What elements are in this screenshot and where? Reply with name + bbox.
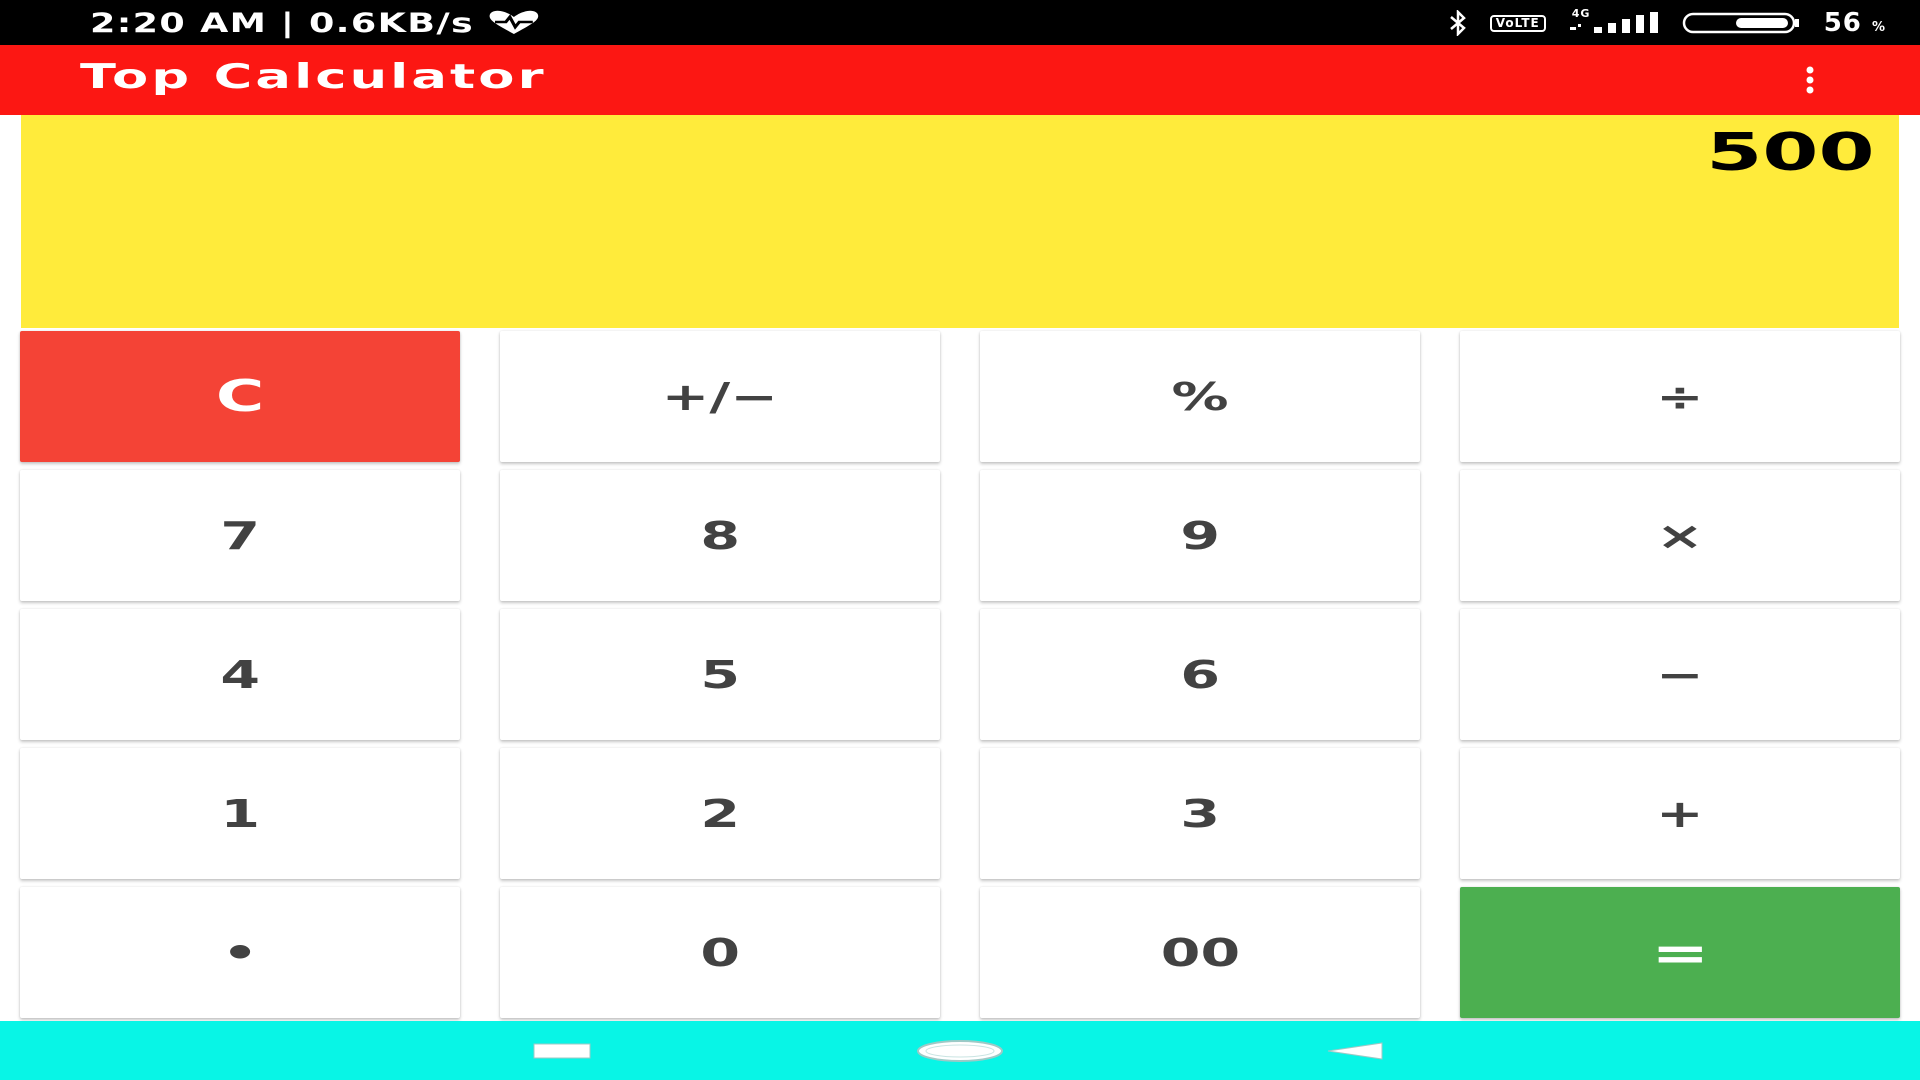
battery-value: 56 <box>1823 8 1862 38</box>
digit-7-button[interactable]: 7 <box>20 470 460 601</box>
double-zero-button[interactable]: 00 <box>980 887 1420 1018</box>
multiply-button[interactable]: × <box>1460 470 1900 601</box>
subtract-button[interactable]: − <box>1460 609 1900 740</box>
overflow-menu-icon[interactable] <box>1790 60 1830 100</box>
digit-5-label: 5 <box>700 652 740 697</box>
battery-unit: % <box>1871 20 1886 35</box>
multiply-label: × <box>1656 513 1704 558</box>
battery-icon <box>1682 12 1802 34</box>
digit-2-label: 2 <box>700 791 740 836</box>
digit-0-label: 0 <box>700 930 740 975</box>
negate-label: +/− <box>661 374 779 419</box>
equals-button[interactable]: = <box>1460 887 1900 1018</box>
status-bar: 2:20 AM | 0.6KB/s Vo LTE 4G 56 % <box>0 0 1920 45</box>
equals-label: = <box>1651 925 1709 980</box>
recent-apps-icon[interactable] <box>502 1021 622 1080</box>
subtract-label: − <box>1656 652 1704 697</box>
clear-button[interactable]: C <box>20 331 460 462</box>
calculator-screen: 2:20 AM | 0.6KB/s Vo LTE 4G 56 % Top Cal… <box>0 0 1920 1080</box>
display-value: 500 <box>1706 123 1875 183</box>
double-zero-label: 00 <box>1160 930 1240 975</box>
network-speed: 0.6KB/s <box>308 7 475 39</box>
clear-label: C <box>215 371 265 422</box>
digit-2-button[interactable]: 2 <box>500 748 940 879</box>
network-type: 4G <box>1571 7 1591 20</box>
status-left: 2:20 AM | 0.6KB/s <box>90 7 542 39</box>
signal-icon: 4G <box>1568 7 1660 35</box>
negate-button[interactable]: +/− <box>500 331 940 462</box>
battery-percent: 56 % <box>1824 8 1886 38</box>
app-bar: Top Calculator <box>0 45 1920 115</box>
digit-5-button[interactable]: 5 <box>500 609 940 740</box>
digit-9-button[interactable]: 9 <box>980 470 1420 601</box>
decimal-button[interactable]: • <box>20 887 460 1018</box>
digit-4-label: 4 <box>220 652 260 697</box>
calculator-display: 500 <box>21 115 1899 328</box>
digit-3-button[interactable]: 3 <box>980 748 1420 879</box>
digit-1-label: 1 <box>220 791 260 836</box>
keypad: C +/− % ÷ 7 8 9 × 4 5 6 − 1 2 3 + • 0 00… <box>0 331 1920 1019</box>
app-title: Top Calculator <box>80 57 547 97</box>
divide-label: ÷ <box>1656 374 1704 419</box>
add-button[interactable]: + <box>1460 748 1900 879</box>
percent-button[interactable]: % <box>980 331 1420 462</box>
bluetooth-icon <box>1448 10 1468 36</box>
digit-8-label: 8 <box>700 513 740 558</box>
digit-9-label: 9 <box>1180 513 1220 558</box>
volte-icon: Vo LTE <box>1489 14 1546 32</box>
status-time: 2:20 AM <box>90 7 268 39</box>
digit-8-button[interactable]: 8 <box>500 470 940 601</box>
percent-label: % <box>1171 374 1229 419</box>
home-icon[interactable] <box>900 1021 1020 1080</box>
digit-1-button[interactable]: 1 <box>20 748 460 879</box>
digit-3-label: 3 <box>1180 791 1220 836</box>
add-label: + <box>1656 791 1704 836</box>
decimal-label: • <box>221 930 259 975</box>
status-right: Vo LTE 4G 56 % <box>1448 7 1886 39</box>
back-icon[interactable] <box>1296 1021 1416 1080</box>
digit-7-label: 7 <box>220 513 260 558</box>
divide-button[interactable]: ÷ <box>1460 331 1900 462</box>
volte-line2: LTE <box>1514 15 1540 30</box>
digit-6-button[interactable]: 6 <box>980 609 1420 740</box>
digit-0-button[interactable]: 0 <box>500 887 940 1018</box>
heart-monitor-icon <box>488 10 542 36</box>
volte-line1: Vo <box>1495 15 1515 30</box>
status-separator: | <box>280 7 296 39</box>
digit-4-button[interactable]: 4 <box>20 609 460 740</box>
navigation-bar <box>0 1021 1920 1080</box>
digit-6-label: 6 <box>1180 652 1220 697</box>
